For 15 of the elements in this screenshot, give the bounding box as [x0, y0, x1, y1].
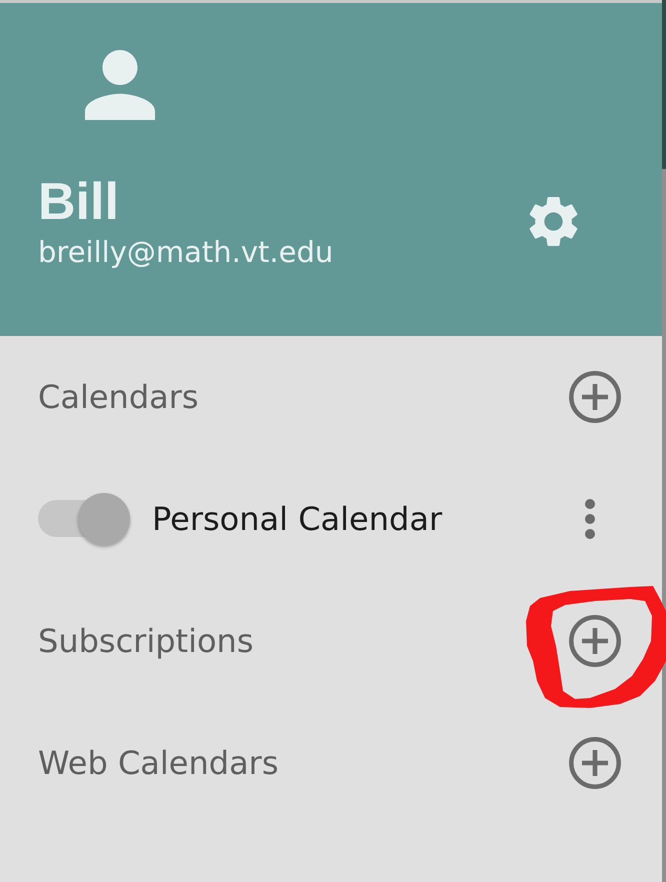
calendar-name[interactable]: Personal Calendar — [152, 499, 442, 539]
settings-icon[interactable] — [528, 196, 579, 247]
add-icon[interactable] — [569, 371, 621, 423]
toggle-switch[interactable] — [38, 493, 130, 545]
section-heading: Calendars — [38, 377, 199, 417]
add-icon[interactable] — [569, 615, 621, 667]
user-name: Bill — [38, 176, 119, 228]
add-icon[interactable] — [569, 737, 621, 789]
scrollbar[interactable] — [662, 0, 666, 882]
user-email: breilly@math.vt.edu — [38, 238, 334, 267]
person-icon — [85, 50, 155, 120]
kebab-menu-icon[interactable] — [585, 499, 595, 539]
section-heading: Subscriptions — [38, 621, 254, 661]
section-heading: Web Calendars — [38, 743, 278, 783]
scrollbar-thumb[interactable] — [662, 0, 666, 169]
